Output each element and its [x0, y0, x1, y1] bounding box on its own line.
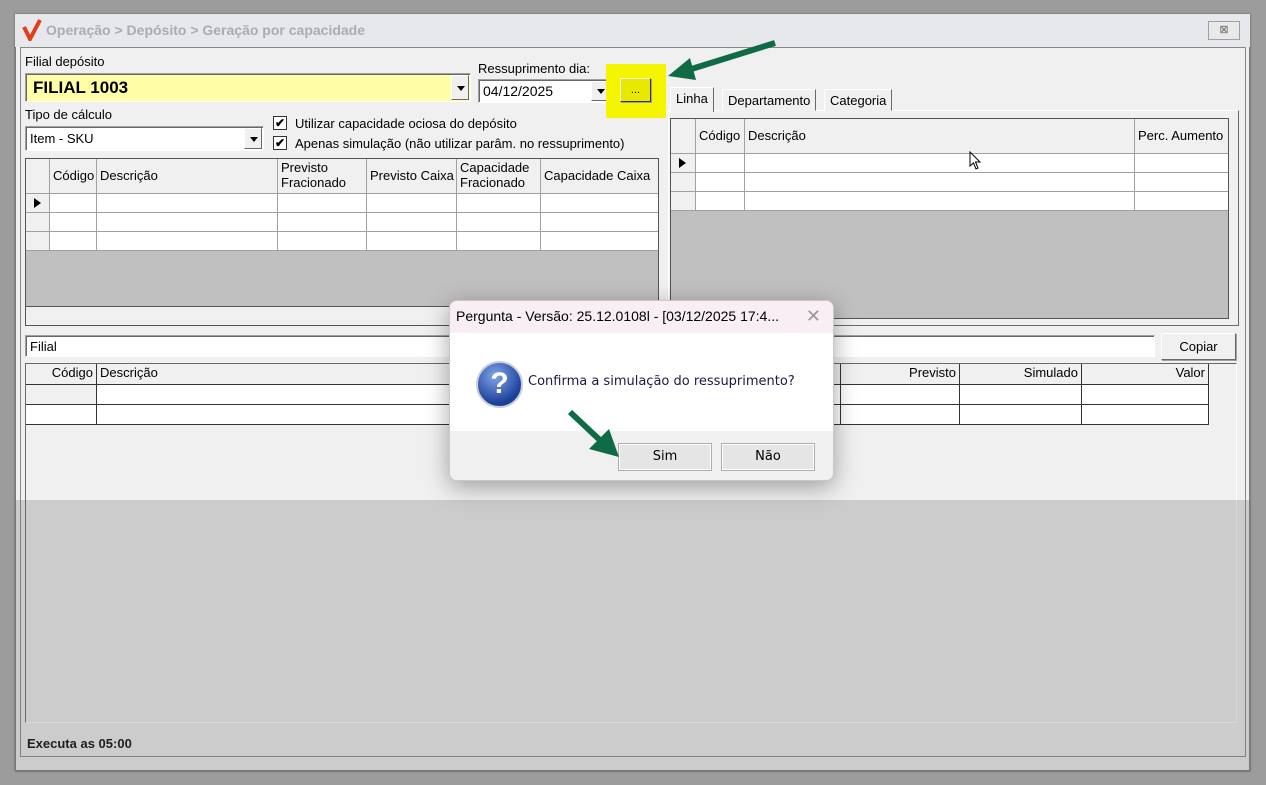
- filial-field-value: Filial: [30, 339, 57, 354]
- apenas-simulacao-checkbox[interactable]: ✔: [273, 136, 287, 150]
- grid-cell[interactable]: [1135, 192, 1228, 211]
- apenas-simulacao-label: Apenas simulação (não utilizar parâm. no…: [295, 136, 625, 151]
- dialog-footer: Sim Não: [450, 431, 833, 480]
- tab-categoria[interactable]: Categoria: [824, 89, 893, 111]
- linha-grid[interactable]: Código Descrição Perc. Aumento: [670, 118, 1229, 319]
- row-indicator[interactable]: [671, 173, 696, 192]
- grid-cell[interactable]: [1135, 154, 1228, 173]
- tipo-calculo-combo[interactable]: Item - SKU: [25, 126, 264, 151]
- grid-cell[interactable]: [97, 232, 278, 251]
- grid-cell[interactable]: [278, 213, 367, 232]
- col-previsto[interactable]: Previsto: [841, 364, 960, 385]
- dialog-title: Pergunta - Versão: 25.12.0108l - [03/12/…: [450, 301, 833, 333]
- row-indicator[interactable]: [671, 192, 696, 211]
- grid-cell[interactable]: [367, 213, 457, 232]
- grid-cell[interactable]: [278, 194, 367, 213]
- current-row-icon: [679, 158, 686, 168]
- nao-button[interactable]: Não: [721, 443, 815, 471]
- grid-cell[interactable]: [26, 385, 97, 405]
- col-previsto-fracionado[interactable]: Previsto Fracionado: [278, 159, 367, 194]
- col-valor[interactable]: Valor: [1082, 364, 1209, 385]
- dialog-close-button[interactable]: ✕: [806, 306, 821, 327]
- grid-cell[interactable]: [1082, 385, 1209, 405]
- dim-overlay: [15, 500, 1251, 772]
- filial-deposito-label: Filial depósito: [25, 54, 105, 69]
- grid-cell[interactable]: [745, 154, 1135, 173]
- grid-cell[interactable]: [745, 192, 1135, 211]
- ressuprimento-date-picker[interactable]: 04/12/2025: [478, 79, 611, 103]
- app-logo-icon: [22, 19, 42, 41]
- grid-cell[interactable]: [50, 213, 97, 232]
- grid-cell[interactable]: [960, 405, 1082, 425]
- grid-cell[interactable]: [97, 194, 278, 213]
- row-indicator[interactable]: [671, 154, 696, 173]
- ellipsis-button[interactable]: ...: [620, 78, 651, 102]
- grid-cell[interactable]: [841, 385, 960, 405]
- col-perc-aumento[interactable]: Perc. Aumento: [1135, 119, 1228, 154]
- grid-cell[interactable]: [1082, 405, 1209, 425]
- header-indicator: [26, 159, 50, 194]
- sim-button[interactable]: Sim: [618, 443, 712, 471]
- grid-cell[interactable]: [696, 173, 745, 192]
- grid-cell[interactable]: [745, 173, 1135, 192]
- grid-cell[interactable]: [457, 194, 541, 213]
- ressuprimento-date-value: 04/12/2025: [483, 83, 554, 99]
- col-descricao[interactable]: Descrição: [97, 159, 278, 194]
- arrow-icon: [668, 40, 776, 80]
- utilizar-capacidade-label: Utilizar capacidade ociosa do depósito: [295, 116, 517, 131]
- col-descricao[interactable]: Descrição: [745, 119, 1135, 154]
- col-previsto-caixa[interactable]: Previsto Caixa: [367, 159, 457, 194]
- col-capacidade-caixa[interactable]: Capacidade Caixa: [541, 159, 658, 194]
- window-close-button[interactable]: ⊠: [1208, 21, 1240, 40]
- filial-deposito-value: FILIAL 1003: [33, 78, 129, 97]
- grid-cell[interactable]: [97, 213, 278, 232]
- tipo-calculo-value: Item - SKU: [30, 131, 94, 146]
- grid-cell[interactable]: [367, 194, 457, 213]
- row-indicator[interactable]: [26, 213, 50, 232]
- question-icon: ?: [476, 361, 523, 408]
- ressuprimento-label: Ressuprimento dia:: [478, 61, 590, 76]
- grid-cell[interactable]: [960, 385, 1082, 405]
- dialog-title-text: Pergunta - Versão: 25.12.0108l - [03/12/…: [456, 308, 780, 324]
- grid-cell[interactable]: [541, 232, 658, 251]
- tipo-calculo-label: Tipo de cálculo: [25, 107, 112, 122]
- grid-cell[interactable]: [1135, 173, 1228, 192]
- filial-deposito-combo[interactable]: FILIAL 1003: [25, 73, 471, 102]
- chevron-down-icon[interactable]: [244, 128, 262, 149]
- chevron-down-icon[interactable]: [451, 75, 469, 100]
- copiar-button[interactable]: Copiar: [1161, 333, 1236, 360]
- grid-cell[interactable]: [541, 194, 658, 213]
- row-indicator[interactable]: [26, 194, 50, 213]
- col-codigo[interactable]: Código: [50, 159, 97, 194]
- grid-cell[interactable]: [696, 192, 745, 211]
- grid-cell[interactable]: [696, 154, 745, 173]
- utilizar-capacidade-checkbox[interactable]: ✔: [273, 116, 287, 130]
- arrow-icon: [567, 409, 619, 457]
- grid-cell[interactable]: [367, 232, 457, 251]
- confirm-dialog: Pergunta - Versão: 25.12.0108l - [03/12/…: [449, 300, 834, 481]
- dialog-message: Confirma a simulação do ressuprimento?: [528, 374, 795, 389]
- mouse-cursor-icon: [969, 151, 982, 170]
- tab-linha[interactable]: Linha: [670, 87, 714, 112]
- row-indicator[interactable]: [26, 232, 50, 251]
- grid-cell[interactable]: [841, 405, 960, 425]
- grid-cell[interactable]: [278, 232, 367, 251]
- grid-cell[interactable]: [457, 213, 541, 232]
- grid-cell[interactable]: [50, 232, 97, 251]
- col-simulado[interactable]: Simulado: [960, 364, 1082, 385]
- grid-cell[interactable]: [50, 194, 97, 213]
- current-row-icon: [34, 198, 41, 208]
- grid-cell[interactable]: [26, 405, 97, 425]
- tab-departamento[interactable]: Departamento: [722, 89, 817, 111]
- grid-cell[interactable]: [541, 213, 658, 232]
- grid-cell[interactable]: [457, 232, 541, 251]
- col-codigo[interactable]: Código: [26, 364, 97, 385]
- col-codigo[interactable]: Código: [696, 119, 745, 154]
- header-indicator: [671, 119, 696, 154]
- col-capacidade-fracionado[interactable]: Capacidade Fracionado: [457, 159, 541, 194]
- window-title: Operação > Depósito > Geração por capaci…: [46, 22, 366, 38]
